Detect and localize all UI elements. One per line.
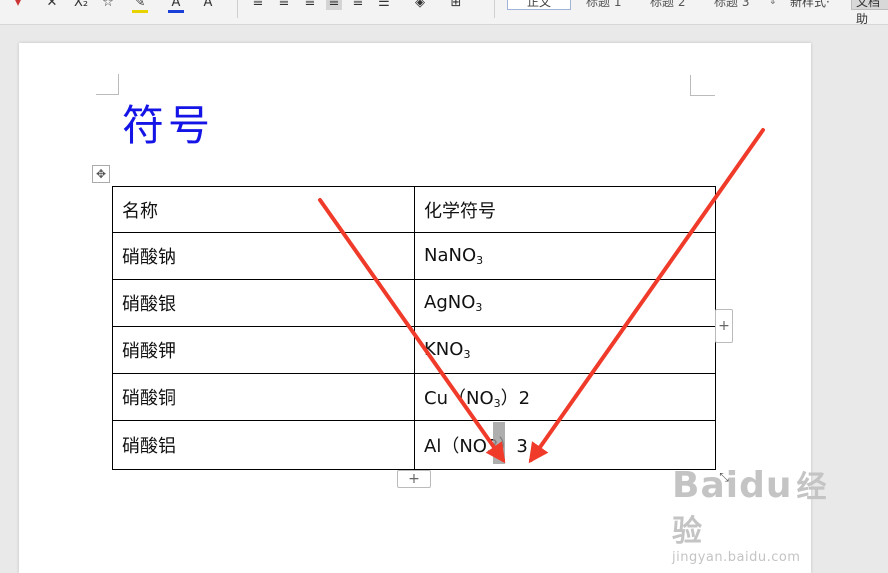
watermark-logo: Baidu 经验: [672, 462, 840, 550]
arrow-right: [528, 128, 765, 464]
watermark-url: jingyan.baidu.com: [672, 550, 801, 565]
watermark-brand: Baidu: [672, 465, 793, 506]
baidu-jingyan-watermark: Baidu 经验 jingyan.baidu.com: [672, 462, 840, 565]
arrow-left: [318, 198, 506, 464]
